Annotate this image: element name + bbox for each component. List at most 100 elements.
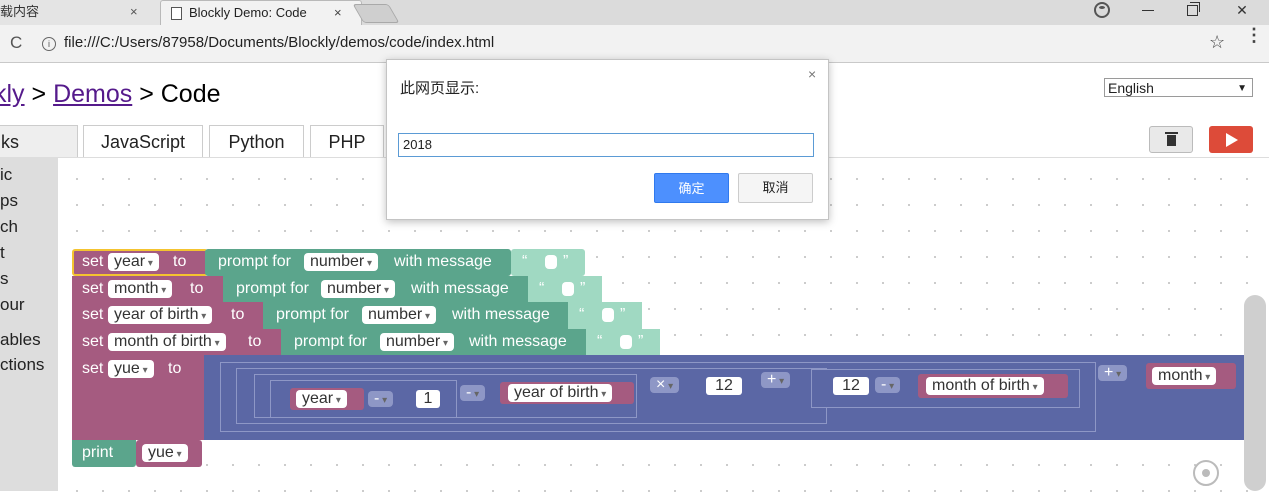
address-toolbar: C i file:///C:/Users/87958/Documents/Blo… bbox=[0, 25, 1269, 63]
tab-close-icon[interactable]: × bbox=[130, 1, 138, 22]
page-icon bbox=[171, 7, 182, 20]
quote-close: ” bbox=[563, 253, 569, 270]
set-label: set bbox=[82, 280, 104, 297]
tab-title: Blockly Demo: Code bbox=[189, 5, 307, 20]
recenter-icon[interactable] bbox=[1193, 460, 1219, 486]
type-number-dropdown[interactable]: number bbox=[304, 253, 379, 271]
tab-close-icon[interactable]: × bbox=[334, 2, 342, 23]
var-month-of-birth-dropdown[interactable]: month of birth bbox=[108, 333, 226, 351]
toolbox: ic ps ch t s our ables ctions bbox=[0, 157, 58, 491]
language-select[interactable]: English ▼ bbox=[1104, 78, 1253, 97]
restore-icon bbox=[1186, 2, 1200, 16]
prompt-label: prompt for bbox=[218, 253, 291, 270]
breadcrumb-separator: > bbox=[132, 80, 161, 108]
page-title: Code bbox=[160, 80, 221, 108]
type-number-dropdown[interactable]: number bbox=[362, 306, 437, 324]
toolbox-lists[interactable]: s bbox=[0, 269, 9, 289]
operator-minus-dropdown[interactable]: - bbox=[368, 391, 394, 407]
tab-php[interactable]: PHP bbox=[310, 125, 384, 157]
cancel-button[interactable]: 取消 bbox=[738, 173, 813, 203]
restore-button[interactable] bbox=[1172, 0, 1212, 25]
dialog-input[interactable]: 2018 bbox=[398, 133, 814, 157]
set-label: set bbox=[82, 306, 104, 323]
prompt-label: prompt for bbox=[294, 333, 367, 350]
site-info-icon[interactable]: i bbox=[42, 37, 56, 51]
browser-menu-icon[interactable]: ⋮ bbox=[1245, 26, 1263, 44]
var-year-of-birth-dropdown[interactable]: year of birth bbox=[508, 384, 613, 402]
operator-times-dropdown[interactable]: × bbox=[650, 377, 680, 393]
quote-open: “ bbox=[539, 280, 545, 297]
toolbox-logic[interactable]: ic bbox=[0, 165, 12, 185]
breadcrumb-blockly-link[interactable]: kly bbox=[0, 80, 25, 108]
language-selected: English bbox=[1108, 80, 1154, 96]
with-message-label: with message bbox=[394, 253, 492, 270]
var-yue-dropdown[interactable]: yue bbox=[142, 444, 188, 462]
to-label: to bbox=[168, 360, 182, 377]
to-label: to bbox=[173, 253, 187, 270]
ok-button[interactable]: 确定 bbox=[654, 173, 729, 203]
toolbox-text[interactable]: t bbox=[0, 243, 5, 263]
trash-button[interactable] bbox=[1149, 126, 1193, 153]
toolbox-colour[interactable]: our bbox=[0, 295, 25, 315]
type-number-dropdown[interactable]: number bbox=[380, 333, 455, 351]
tab-javascript[interactable]: JavaScript bbox=[83, 125, 203, 157]
tab-strip: 载内容 × Blockly Demo: Code × ✕ bbox=[0, 0, 1269, 26]
var-year-of-birth-dropdown[interactable]: year of birth bbox=[108, 306, 213, 324]
reload-icon[interactable]: C bbox=[10, 33, 22, 53]
text-field[interactable] bbox=[545, 255, 557, 269]
quote-open: “ bbox=[522, 253, 528, 270]
prompt-label: prompt for bbox=[236, 280, 309, 297]
breadcrumb-separator: > bbox=[24, 80, 54, 108]
operator-minus-dropdown[interactable]: - bbox=[875, 377, 901, 393]
tab-blocks[interactable]: ks bbox=[0, 125, 78, 157]
var-year-dropdown[interactable]: year bbox=[296, 390, 347, 408]
tab-blockly-demo[interactable]: Blockly Demo: Code × bbox=[160, 0, 362, 26]
number-12-field[interactable]: 12 bbox=[833, 377, 869, 395]
quote-close: ” bbox=[580, 280, 586, 297]
prompt-label: prompt for bbox=[276, 306, 349, 323]
run-button[interactable] bbox=[1209, 126, 1253, 153]
toolbox-loops[interactable]: ps bbox=[0, 191, 18, 211]
window-close-button[interactable]: ✕ bbox=[1222, 0, 1262, 25]
var-year-dropdown[interactable]: year bbox=[108, 253, 159, 271]
profile-button[interactable] bbox=[1082, 0, 1122, 25]
dropdown-arrow-icon: ▼ bbox=[1237, 83, 1247, 94]
to-label: to bbox=[190, 280, 204, 297]
number-1-field[interactable]: 1 bbox=[416, 390, 440, 408]
operator-plus-dropdown[interactable]: + bbox=[761, 372, 791, 388]
tab-python[interactable]: Python bbox=[209, 125, 304, 157]
toolbox-variables[interactable]: ables bbox=[0, 330, 41, 350]
tab-title: 载内容 bbox=[0, 4, 40, 19]
trash-can-body bbox=[1167, 135, 1176, 146]
text-field[interactable] bbox=[562, 282, 574, 296]
quote-close: ” bbox=[620, 306, 626, 323]
play-icon bbox=[1226, 133, 1238, 147]
toolbox-math[interactable]: ch bbox=[0, 217, 18, 237]
number-12-field[interactable]: 12 bbox=[706, 377, 742, 395]
toolbox-functions[interactable]: ctions bbox=[0, 355, 44, 375]
tab-downloads[interactable]: 载内容 × bbox=[0, 0, 166, 25]
minimize-button[interactable] bbox=[1128, 0, 1168, 25]
text-field[interactable] bbox=[602, 308, 614, 322]
var-month-of-birth-dropdown[interactable]: month of birth bbox=[926, 377, 1044, 395]
var-month-dropdown[interactable]: month bbox=[108, 280, 173, 298]
breadcrumb-demos-link[interactable]: Demos bbox=[53, 80, 132, 108]
operator-plus-dropdown[interactable]: + bbox=[1098, 365, 1128, 381]
var-month-dropdown[interactable]: month bbox=[1152, 367, 1217, 385]
minimize-icon bbox=[1142, 10, 1154, 11]
dialog-title: 此网页显示: bbox=[400, 80, 480, 97]
with-message-label: with message bbox=[452, 306, 550, 323]
set-label: set bbox=[82, 253, 104, 270]
var-yue-dropdown[interactable]: yue bbox=[108, 360, 154, 378]
bookmark-star-icon[interactable]: ☆ bbox=[1209, 32, 1225, 53]
workspace-scrollbar[interactable] bbox=[1244, 295, 1266, 491]
url-field[interactable]: file:///C:/Users/87958/Documents/Blockly… bbox=[64, 34, 494, 51]
with-message-label: with message bbox=[411, 280, 509, 297]
to-label: to bbox=[231, 306, 245, 323]
text-field[interactable] bbox=[620, 335, 632, 349]
dialog-close-icon[interactable]: × bbox=[808, 66, 816, 82]
type-number-dropdown[interactable]: number bbox=[321, 280, 396, 298]
operator-minus-dropdown[interactable]: - bbox=[460, 385, 486, 401]
breadcrumb: kly > Demos > Code bbox=[0, 80, 221, 109]
quote-close: ” bbox=[638, 333, 644, 350]
